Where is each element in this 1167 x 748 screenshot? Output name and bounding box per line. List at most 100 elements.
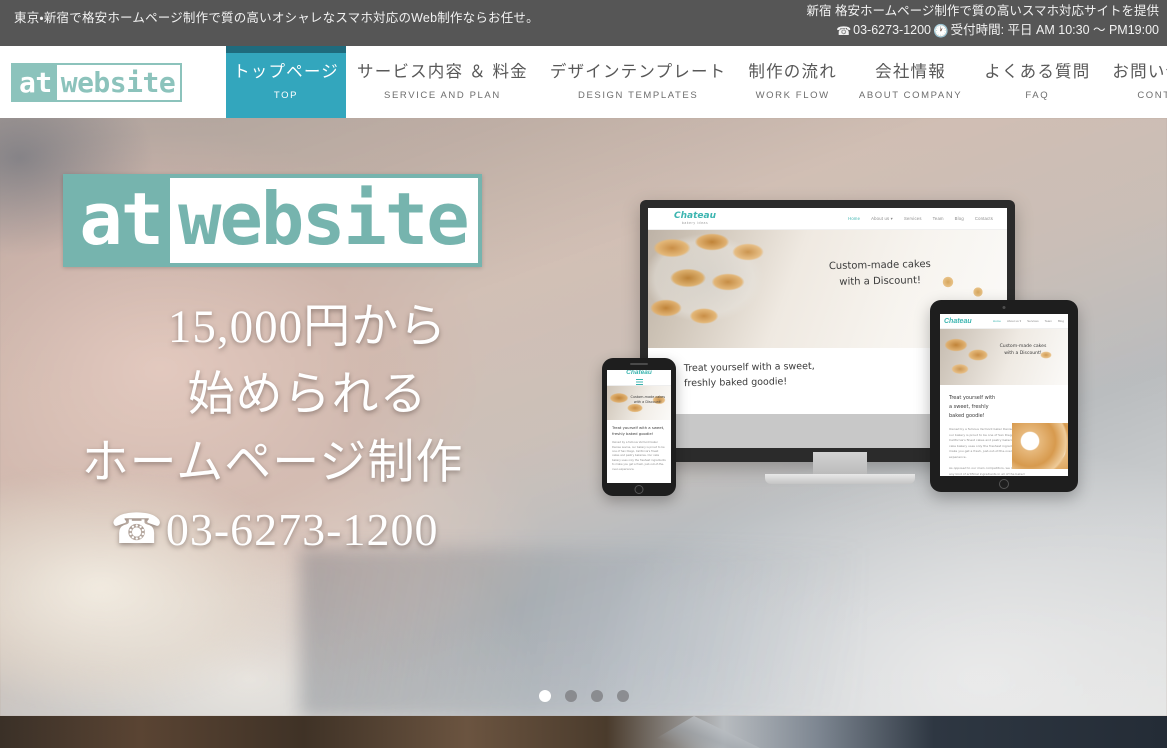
mockup-menu-team[interactable]: Team bbox=[933, 216, 944, 221]
tablet-menu-home[interactable]: Home bbox=[993, 319, 1001, 323]
hero-telephone-number: 03-6273-1200 bbox=[165, 504, 439, 556]
tablet-site-menu: Home About us ▾ Services Team Blog bbox=[993, 319, 1064, 323]
tablet-site-nav: Chateau Home About us ▾ Services Team Bl… bbox=[940, 314, 1068, 329]
tablet-menu-about[interactable]: About us ▾ bbox=[1007, 319, 1021, 323]
hero-telephone[interactable]: ☎ 03-6273-1200 bbox=[0, 497, 545, 562]
tablet-home-button[interactable] bbox=[999, 479, 1009, 489]
topbar-contact-line: ☎ 03-6273-1200 🕐 受付時間: 平日 AM 10:30 ～ PM1… bbox=[807, 21, 1159, 40]
nav-item-design-templates[interactable]: デザインテンプレート DESIGN TEMPLATES bbox=[539, 46, 738, 118]
tablet-subheadline-line-1: Treat yourself with bbox=[949, 395, 996, 401]
logo-text-at: at bbox=[13, 64, 57, 100]
nav-item-faq-en: FAQ bbox=[1025, 90, 1050, 102]
mockup-menu-services[interactable]: Services bbox=[904, 216, 922, 221]
mockup-subheadline-line-1: Treat yourself with a sweet, bbox=[683, 360, 815, 375]
tablet-mockup: Chateau Home About us ▾ Services Team Bl… bbox=[930, 300, 1078, 492]
nav-item-contact-en: CONTACT bbox=[1137, 90, 1167, 102]
tablet-subheadline: Treat yourself with a sweet, freshly bak… bbox=[949, 394, 1059, 421]
nav-item-service-and-plan[interactable]: サービス内容 ＆ 料金 SERVICE AND PLAN bbox=[346, 46, 539, 118]
mockup-menu-home[interactable]: Home bbox=[848, 216, 860, 221]
mockup-menu-blog[interactable]: Blog bbox=[955, 216, 964, 221]
nav-item-work-flow-en: WORK FLOW bbox=[755, 90, 830, 102]
phone-subheadline-line-2: freshly baked goodie! bbox=[612, 431, 654, 437]
logo-text-website: website bbox=[56, 64, 181, 100]
site-logo: at website bbox=[11, 62, 183, 102]
mockup-menu-contacts[interactable]: Contacts bbox=[975, 216, 993, 221]
below-hero-strip bbox=[0, 716, 1167, 748]
nav-item-design-templates-en: DESIGN TEMPLATES bbox=[577, 90, 699, 102]
phone-hero-headline-line-2: with a Discount! bbox=[633, 400, 662, 405]
main-navigation-bar: at website トップページ TOP サービス内容 ＆ 料金 SERVIC… bbox=[0, 46, 1167, 118]
carousel-dot-4[interactable] bbox=[616, 690, 629, 702]
topbar-business-hours: 受付時間: 平日 AM 10:30 ～ PM19:00 bbox=[950, 23, 1159, 38]
mockup-site-menu: Home About us ▾ Services Team Blog Conta… bbox=[848, 216, 993, 221]
phone-screen: Chateau Custom-made cakes with a Discoun… bbox=[607, 370, 671, 483]
carousel-dot-1[interactable] bbox=[538, 690, 551, 702]
mockup-brand-sub: bakery ideas bbox=[681, 220, 709, 225]
phone-subheadline: Treat yourself with a sweet, freshly bak… bbox=[612, 425, 666, 437]
tablet-body: Treat yourself with a sweet, freshly bak… bbox=[940, 385, 1068, 476]
phone-body: Treat yourself with a sweet, freshly bak… bbox=[607, 420, 671, 472]
nav-item-work-flow[interactable]: 制作の流れ WORK FLOW bbox=[737, 46, 848, 118]
hero-headline: 15,000円から 始められる ホームページ制作 ☎ 03-6273-1200 bbox=[0, 293, 545, 563]
nav-item-faq[interactable]: よくある質問 FAQ bbox=[973, 46, 1101, 118]
hero-text-column: at website 15,000円から 始められる ホームページ制作 ☎ 03… bbox=[0, 174, 545, 563]
tablet-hero-headline-line-1: Custom-made cakes bbox=[999, 344, 1047, 349]
phone-hero-headline: Custom-made cakes with a Discount! bbox=[630, 395, 665, 405]
tablet-brand-name: Chateau bbox=[944, 317, 972, 325]
phone-home-button[interactable] bbox=[634, 485, 644, 494]
nav-item-faq-jp: よくある質問 bbox=[984, 62, 1091, 81]
tablet-subheadline-line-3: baked goodie! bbox=[949, 413, 985, 419]
topbar-tel-number[interactable]: 03-6273-1200 bbox=[853, 21, 931, 40]
nav-item-top-en: TOP bbox=[273, 90, 299, 102]
mockup-menu-about[interactable]: About us ▾ bbox=[871, 216, 893, 221]
tablet-subheadline-line-2: a sweet, freshly bbox=[949, 404, 989, 410]
site-tagline: 東京・新宿で格安ホームページ制作で質の高いオシャレなスマホ対応のWeb制作ならお… bbox=[14, 11, 539, 25]
mockup-hero-headline: Custom-made cakes with a Discount! bbox=[775, 256, 986, 291]
telephone-icon: ☎ bbox=[836, 24, 852, 39]
phone-paragraph: Owned by a famous Vermont baker Denise L… bbox=[612, 441, 666, 471]
hero-headline-line-3: ホームページ制作 bbox=[81, 437, 464, 490]
hero-headline-line-1: 15,000円から bbox=[167, 301, 448, 353]
clock-icon: 🕐 bbox=[933, 23, 949, 38]
tablet-camera bbox=[1002, 306, 1006, 309]
hero-headline-line-2: 始められる bbox=[187, 369, 428, 422]
carousel-dot-3[interactable] bbox=[590, 690, 603, 702]
tablet-hero-headline: Custom-made cakes with a Discount! bbox=[984, 343, 1062, 358]
nav-item-work-flow-jp: 制作の流れ bbox=[748, 62, 837, 81]
nav-item-about-company[interactable]: 会社情報 ABOUT COMPANY bbox=[848, 46, 973, 118]
nav-item-list: トップページ TOP サービス内容 ＆ 料金 SERVICE AND PLAN … bbox=[226, 46, 1167, 118]
croissant-photo bbox=[648, 230, 792, 344]
topbar-contact-block: 新宿 格安ホームページ制作で質の高いスマホ対応サイトを提供 ☎ 03-6273-… bbox=[807, 2, 1159, 41]
tablet-hero-headline-line-2: with a Discount! bbox=[1004, 351, 1042, 357]
nav-item-design-templates-jp: デザインテンプレート bbox=[549, 62, 727, 81]
phone-site-nav: Chateau bbox=[607, 370, 671, 386]
tablet-screen: Chateau Home About us ▾ Services Team Bl… bbox=[940, 314, 1068, 476]
monitor-stand-neck bbox=[813, 452, 867, 476]
nav-item-contact-jp: お問い合わせ bbox=[1112, 62, 1167, 81]
hamburger-menu-icon[interactable] bbox=[635, 378, 643, 385]
hero-carousel: at website 15,000円から 始められる ホームページ制作 ☎ 03… bbox=[0, 118, 1167, 716]
nav-item-service-and-plan-jp: サービス内容 ＆ 料金 bbox=[357, 62, 528, 81]
hero-logo-text-at: at bbox=[67, 178, 171, 263]
mockup-site-nav: Chateau bakery ideas Home About us ▾ Ser… bbox=[648, 208, 1007, 230]
hero-logo: at website bbox=[63, 174, 482, 267]
phone-speaker bbox=[630, 363, 648, 365]
below-hero-wedge bbox=[640, 716, 760, 748]
hero-logo-text-website: website bbox=[170, 178, 478, 263]
top-utility-bar: 東京・新宿で格安ホームページ制作で質の高いオシャレなスマホ対応のWeb制作ならお… bbox=[0, 0, 1167, 46]
tablet-menu-services[interactable]: Services bbox=[1027, 319, 1039, 323]
nav-item-top[interactable]: トップページ TOP bbox=[226, 46, 346, 118]
tablet-menu-blog[interactable]: Blog bbox=[1058, 319, 1064, 323]
device-mockup-group: Chateau bakery ideas Home About us ▾ Ser… bbox=[580, 190, 1100, 630]
nav-item-contact[interactable]: お問い合わせ CONTACT bbox=[1101, 46, 1167, 118]
tablet-menu-team[interactable]: Team bbox=[1045, 319, 1052, 323]
phone-hero-banner: Custom-made cakes with a Discount! bbox=[607, 386, 671, 420]
tablet-donut-photo bbox=[1012, 423, 1068, 469]
monitor-stand-base bbox=[765, 474, 915, 484]
tablet-hero-banner: Custom-made cakes with a Discount! bbox=[940, 329, 1068, 385]
header-logo-link[interactable]: at website bbox=[0, 46, 226, 118]
nav-item-top-jp: トップページ bbox=[233, 62, 339, 81]
topbar-subtitle: 新宿 格安ホームページ制作で質の高いスマホ対応サイトを提供 bbox=[806, 4, 1159, 18]
carousel-dot-2[interactable] bbox=[564, 690, 577, 702]
nav-item-service-and-plan-en: SERVICE AND PLAN bbox=[384, 90, 501, 102]
